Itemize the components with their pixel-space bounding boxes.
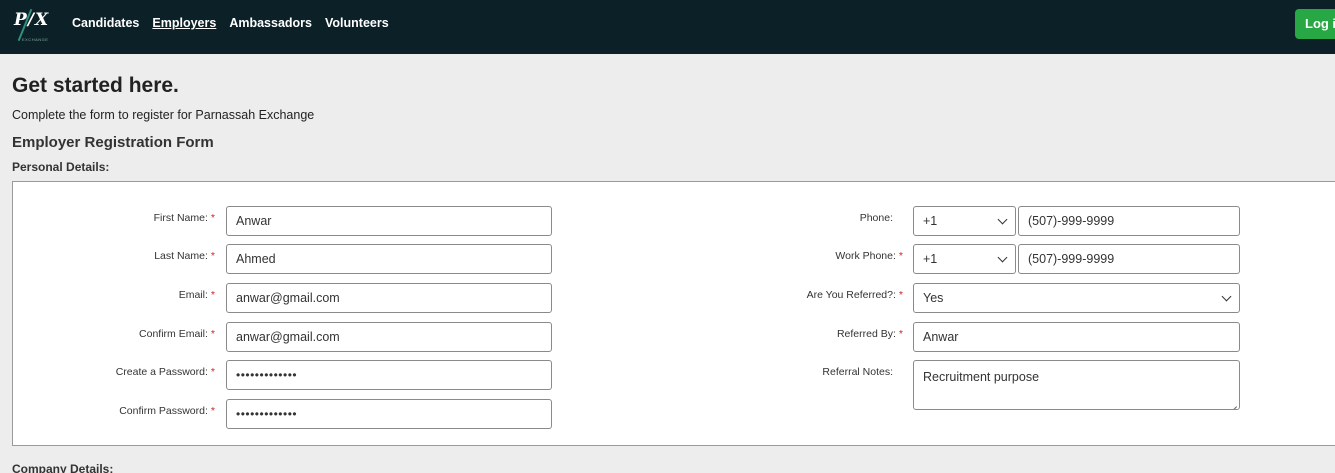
required-marker: * bbox=[210, 289, 215, 301]
work-phone-country-select[interactable]: +1 bbox=[913, 244, 1016, 274]
brand-logo[interactable]: P/X EXCHANGE bbox=[12, 6, 56, 46]
logo-subtext: EXCHANGE bbox=[22, 37, 49, 42]
referred-by-input[interactable]: Anwar bbox=[913, 322, 1240, 352]
required-marker: * bbox=[898, 289, 903, 301]
resize-handle-icon[interactable] bbox=[1229, 399, 1237, 407]
required-marker: * bbox=[210, 250, 215, 262]
required-marker: * bbox=[210, 212, 215, 224]
required-marker: * bbox=[210, 405, 215, 417]
phone-input[interactable]: (507)-999-9999 bbox=[1018, 206, 1240, 236]
main-nav: Candidates Employers Ambassadors Volunte… bbox=[72, 16, 389, 30]
referred-by-label: Referred By: * bbox=[836, 328, 903, 340]
nav-employers[interactable]: Employers bbox=[152, 16, 216, 30]
referral-notes-label: Referral Notes: bbox=[822, 366, 893, 378]
last-name-label: Last Name: * bbox=[154, 250, 215, 262]
create-password-input[interactable]: ••••••••••••• bbox=[226, 360, 552, 390]
first-name-label: First Name: * bbox=[153, 212, 215, 224]
company-details-label: Company Details: bbox=[12, 462, 114, 473]
personal-details-label: Personal Details: bbox=[12, 160, 110, 174]
referral-notes-textarea[interactable]: Recruitment purpose bbox=[913, 360, 1240, 410]
nav-volunteers[interactable]: Volunteers bbox=[325, 16, 389, 30]
nav-ambassadors[interactable]: Ambassadors bbox=[229, 16, 312, 30]
page-title: Get started here. bbox=[12, 74, 179, 97]
are-you-referred-label: Are You Referred?: * bbox=[806, 289, 903, 301]
create-password-label: Create a Password: * bbox=[115, 366, 215, 378]
first-name-input[interactable]: Anwar bbox=[226, 206, 552, 236]
required-marker: * bbox=[210, 328, 215, 340]
confirm-email-label: Confirm Email: * bbox=[139, 328, 215, 340]
work-phone-input[interactable]: (507)-999-9999 bbox=[1018, 244, 1240, 274]
email-input[interactable]: anwar@gmail.com bbox=[226, 283, 552, 313]
confirm-email-input[interactable]: anwar@gmail.com bbox=[226, 322, 552, 352]
last-name-input[interactable]: Ahmed bbox=[226, 244, 552, 274]
required-marker: * bbox=[898, 250, 903, 262]
are-you-referred-select[interactable]: Yes bbox=[913, 283, 1240, 313]
login-button[interactable]: Log in bbox=[1295, 9, 1335, 39]
chevron-down-icon bbox=[997, 252, 1008, 263]
phone-country-select[interactable]: +1 bbox=[913, 206, 1016, 236]
chevron-down-icon bbox=[1221, 291, 1232, 302]
logo-text: P/X bbox=[14, 10, 50, 30]
top-navbar: P/X EXCHANGE Candidates Employers Ambass… bbox=[0, 0, 1335, 54]
chevron-down-icon bbox=[997, 214, 1008, 225]
work-phone-label: Work Phone: * bbox=[835, 250, 903, 262]
confirm-password-label: Confirm Password: * bbox=[119, 405, 215, 417]
form-title: Employer Registration Form bbox=[12, 134, 214, 151]
phone-label: Phone: bbox=[859, 212, 893, 224]
required-marker: * bbox=[210, 366, 215, 378]
page-subtitle: Complete the form to register for Parnas… bbox=[12, 108, 315, 122]
nav-candidates[interactable]: Candidates bbox=[72, 16, 139, 30]
personal-details-card: First Name: * Anwar Last Name: * Ahmed Ema… bbox=[12, 181, 1335, 446]
email-label: Email: * bbox=[178, 289, 215, 301]
confirm-password-input[interactable]: ••••••••••••• bbox=[226, 399, 552, 429]
required-marker: * bbox=[898, 328, 903, 340]
